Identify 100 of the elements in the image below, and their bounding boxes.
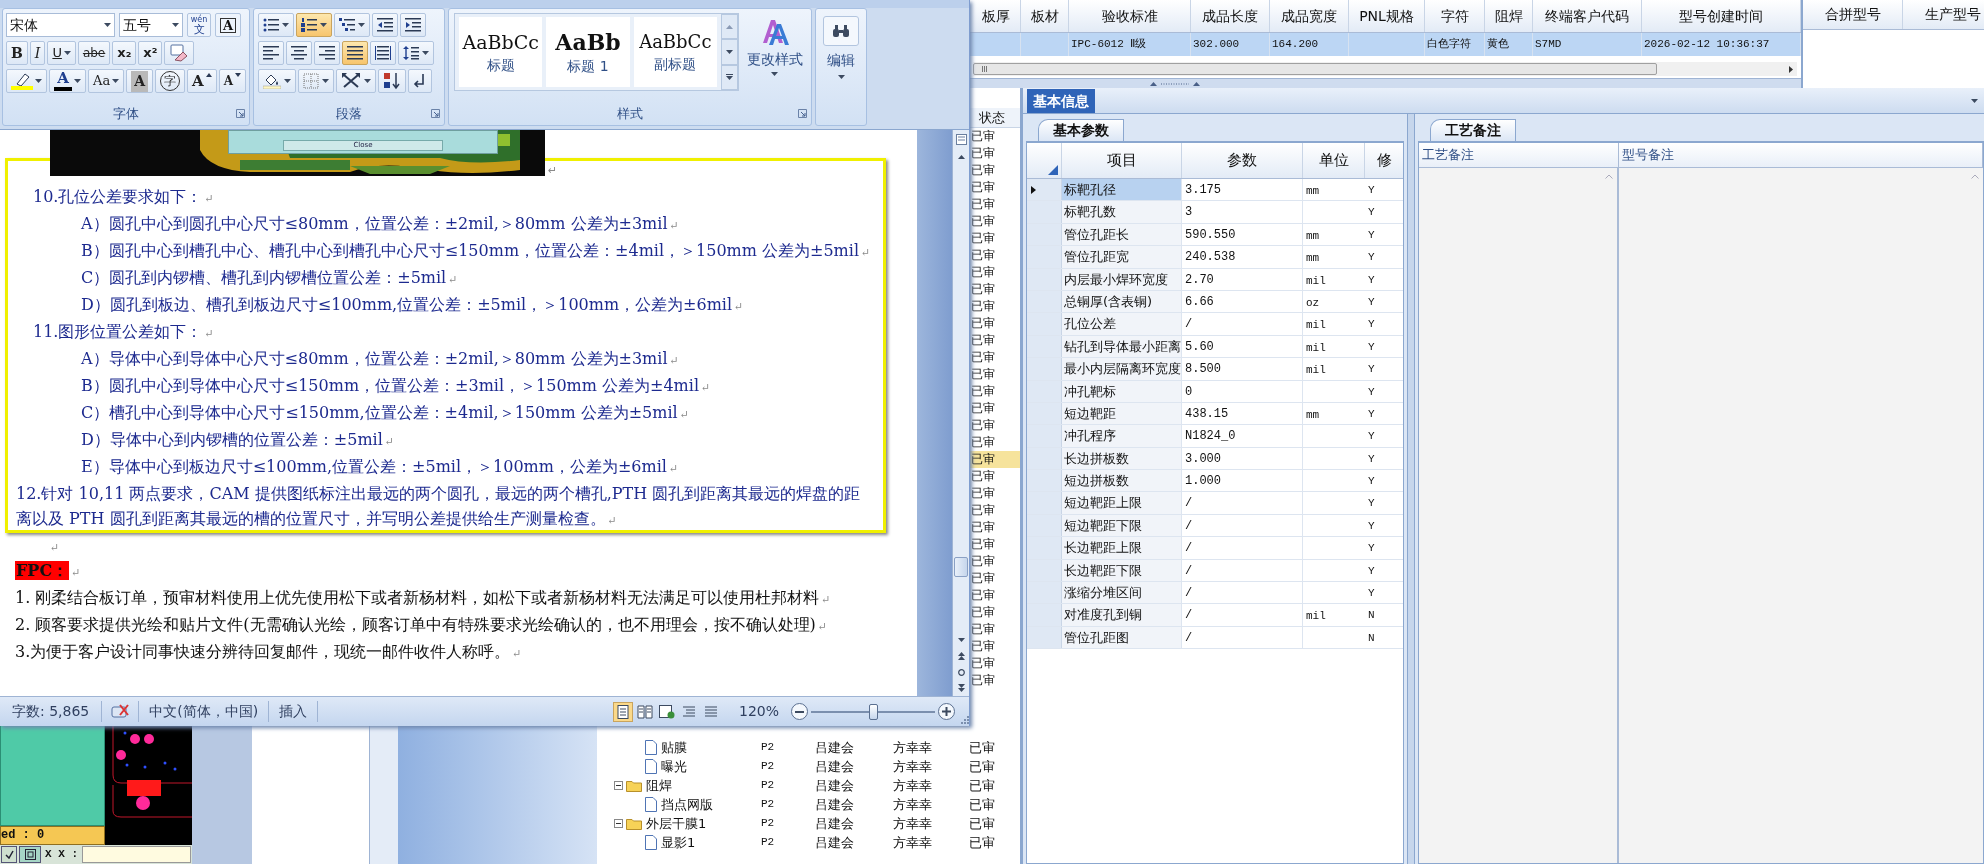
column-header[interactable]: 项目 bbox=[1062, 143, 1182, 178]
table-cell[interactable]: 0 bbox=[1182, 380, 1303, 402]
tool-button[interactable] bbox=[1, 846, 17, 863]
table-cell[interactable]: 冲孔靶标 bbox=[1062, 380, 1182, 402]
tab[interactable]: 基本参数 bbox=[1038, 119, 1124, 141]
font-tool-button[interactable] bbox=[164, 41, 195, 65]
table-cell[interactable]: 3.175 bbox=[1182, 179, 1303, 201]
table-cell[interactable]: / bbox=[1182, 537, 1303, 559]
insert-mode[interactable]: 插入 bbox=[269, 701, 319, 722]
table-cell[interactable]: mil bbox=[1306, 364, 1326, 377]
table-cell[interactable]: oz bbox=[1306, 296, 1320, 309]
tab[interactable]: 工艺备注 bbox=[1430, 119, 1516, 141]
table-cell[interactable]: 已审 bbox=[969, 332, 1020, 349]
table-cell[interactable]: 已审 bbox=[969, 570, 1020, 587]
paragraph-tool-button[interactable] bbox=[408, 69, 432, 93]
coordinate-field[interactable] bbox=[82, 846, 191, 863]
word-count[interactable]: 字数: 5,865 bbox=[0, 701, 103, 722]
table-cell[interactable]: 已审 bbox=[969, 162, 1020, 179]
table-cell[interactable]: 8.500 bbox=[1182, 358, 1303, 380]
column-header[interactable]: 板厚 bbox=[972, 0, 1021, 32]
table-cell[interactable]: 最小内层隔离环宽度 bbox=[1062, 358, 1182, 380]
font-tool-button[interactable]: A bbox=[187, 69, 217, 93]
scroll-thumb[interactable] bbox=[954, 557, 968, 577]
table-cell[interactable]: 管位孔距长 bbox=[1062, 223, 1182, 246]
table-cell[interactable]: 240.538 bbox=[1182, 246, 1303, 268]
table-row[interactable]: IPC-6012 Ⅱ级 302.000 164.200 白色字符 黄色 S7MD 2026-02-12 10:36:37 bbox=[969, 33, 1801, 56]
table-cell[interactable]: 已审 bbox=[969, 383, 1020, 400]
table-cell[interactable]: 已审 bbox=[969, 434, 1020, 451]
column-header[interactable]: 板材 bbox=[1021, 0, 1069, 32]
table-cell[interactable]: 3.000 bbox=[1182, 447, 1303, 470]
column-header[interactable]: 阻焊 bbox=[1485, 0, 1533, 32]
table-cell[interactable]: mil bbox=[1306, 274, 1326, 287]
tree-row[interactable]: 曝光 P2 吕建会 方幸幸 已审 bbox=[597, 757, 1020, 776]
table-cell[interactable]: 已审 bbox=[969, 349, 1020, 366]
table-cell[interactable]: / bbox=[1182, 582, 1303, 604]
table-cell[interactable]: 已审 bbox=[969, 621, 1020, 638]
language-indicator[interactable]: 中文(简体，中国) bbox=[138, 701, 270, 722]
table-cell[interactable]: 590.550 bbox=[1182, 223, 1303, 246]
table-cell[interactable]: 已审 bbox=[969, 179, 1020, 196]
table-cell[interactable]: 短边靶距上限 bbox=[1062, 492, 1182, 514]
font-tool-button[interactable]: I bbox=[29, 41, 46, 65]
column-header[interactable]: 合拼型号 bbox=[1803, 0, 1903, 29]
table-cell[interactable]: mm bbox=[1306, 185, 1320, 197]
column-header[interactable]: 参数 bbox=[1182, 143, 1303, 178]
paragraph-tool-button[interactable] bbox=[398, 41, 434, 65]
table-cell[interactable]: 已审 bbox=[969, 213, 1020, 230]
collapse-toggle[interactable] bbox=[614, 819, 623, 828]
scroll-down-button[interactable] bbox=[721, 39, 738, 65]
table-cell[interactable]: 6.66 bbox=[1182, 290, 1303, 313]
table-cell[interactable]: / bbox=[1182, 604, 1303, 626]
paragraph-tool-button[interactable] bbox=[296, 13, 332, 37]
paragraph-tool-button[interactable] bbox=[258, 13, 294, 37]
table-cell[interactable]: 已审 bbox=[969, 672, 1020, 689]
table-cell[interactable]: mil bbox=[1306, 341, 1326, 354]
paragraph-tool-button[interactable] bbox=[334, 13, 370, 37]
table-cell[interactable]: mm bbox=[1306, 408, 1320, 421]
zoom-level[interactable]: 120% bbox=[738, 701, 779, 722]
table-cell[interactable]: / bbox=[1182, 492, 1303, 514]
table-cell[interactable]: 已审 bbox=[969, 281, 1020, 298]
table-cell[interactable]: 已审 bbox=[969, 519, 1020, 536]
tree-row[interactable]: 挡点网版 P2 吕建会 方幸幸 已审 bbox=[597, 795, 1020, 814]
table-cell[interactable]: 已审 bbox=[969, 145, 1020, 162]
table-cell[interactable]: 长边靶距下限 bbox=[1062, 559, 1182, 582]
paragraph-tool-button[interactable] bbox=[286, 41, 312, 65]
font-tool-button[interactable]: 字 bbox=[155, 69, 185, 93]
table-cell[interactable]: / bbox=[1182, 514, 1303, 537]
table-cell[interactable]: 已审 bbox=[969, 451, 1020, 468]
font-tool-button[interactable]: B bbox=[6, 41, 28, 65]
paragraph-tool-button[interactable] bbox=[378, 69, 406, 93]
table-cell[interactable]: 长边拼板数 bbox=[1062, 447, 1182, 470]
table-cell[interactable]: N1824_0 bbox=[1182, 425, 1303, 447]
table-cell[interactable]: 对准度孔到铜 bbox=[1062, 604, 1182, 626]
editing-button[interactable]: 编辑 bbox=[818, 13, 864, 91]
scroll-thumb[interactable] bbox=[973, 63, 1657, 75]
paragraph-tool-button[interactable] bbox=[258, 69, 296, 93]
table-cell[interactable]: mm bbox=[1306, 229, 1320, 242]
font-tool-button[interactable]: Aa bbox=[88, 69, 125, 93]
table-cell[interactable]: 已审 bbox=[969, 298, 1020, 315]
table-cell[interactable]: 已审 bbox=[969, 604, 1020, 621]
column-header[interactable]: 终端客户代码 bbox=[1533, 0, 1642, 32]
table-cell[interactable]: mil bbox=[1306, 610, 1326, 623]
font-size-field[interactable]: 五号 bbox=[119, 13, 183, 37]
font-tool-button[interactable]: A bbox=[49, 69, 86, 93]
table-cell[interactable]: 已审 bbox=[969, 315, 1020, 332]
column-header[interactable]: 修 bbox=[1365, 143, 1403, 178]
style-tile[interactable]: AaBb 标题 1 bbox=[546, 17, 630, 87]
column-header[interactable]: 型号备注 bbox=[1619, 143, 1983, 167]
paragraph-tool-button[interactable] bbox=[336, 69, 376, 93]
tree-row[interactable]: 贴膜 P2 吕建会 方幸幸 已审 bbox=[597, 738, 1020, 757]
collapse-toggle[interactable] bbox=[614, 781, 623, 790]
table-cell[interactable]: 标靶孔数 bbox=[1062, 201, 1182, 223]
table-cell[interactable]: mm bbox=[1306, 252, 1320, 265]
table-cell[interactable]: 已审 bbox=[969, 638, 1020, 655]
table-cell[interactable]: 管位孔距宽 bbox=[1062, 246, 1182, 268]
font-tool-button[interactable]: U bbox=[47, 41, 76, 65]
column-header[interactable]: 成品宽度 bbox=[1270, 0, 1349, 32]
table-cell[interactable]: mil bbox=[1306, 319, 1326, 332]
column-header[interactable]: 字符 bbox=[1425, 0, 1485, 32]
font-tool-button[interactable]: abe bbox=[77, 41, 111, 65]
font-tool-button[interactable]: x² bbox=[138, 41, 163, 65]
